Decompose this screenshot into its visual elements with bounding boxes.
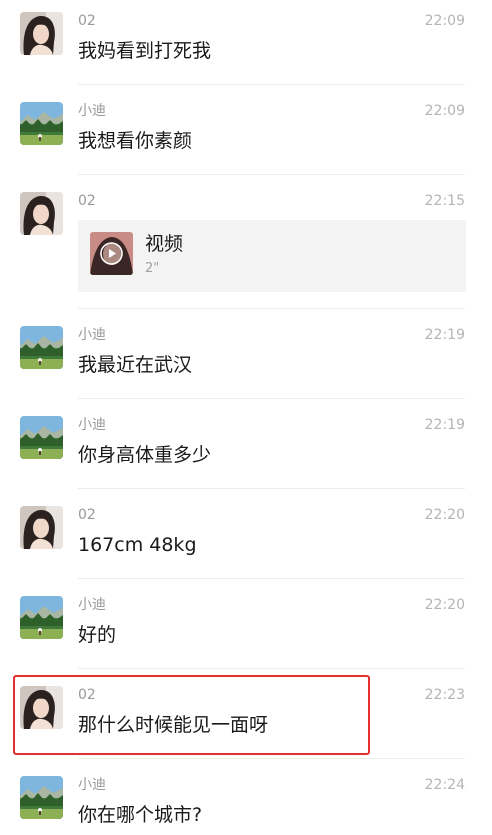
message-text[interactable]: 我最近在武汉	[78, 352, 192, 378]
avatar[interactable]	[20, 416, 63, 459]
message-text[interactable]: 你身高体重多少	[78, 442, 211, 468]
girl-avatar-icon	[20, 506, 63, 549]
message-time: 22:19	[424, 327, 465, 343]
message-time: 22:23	[424, 687, 465, 703]
landscape-avatar-icon	[20, 326, 63, 369]
avatar[interactable]	[20, 12, 63, 55]
sender-name: 小迪	[78, 777, 106, 793]
message-time: 22:24	[424, 777, 465, 793]
sender-name: 小迪	[78, 597, 106, 613]
sender-name: 小迪	[78, 327, 106, 343]
avatar[interactable]	[20, 776, 63, 819]
message-time: 22:09	[424, 13, 465, 29]
avatar[interactable]	[20, 192, 63, 235]
divider	[78, 488, 465, 489]
girl-avatar-icon	[20, 192, 63, 235]
avatar[interactable]	[20, 326, 63, 369]
divider	[78, 84, 465, 85]
message-text[interactable]: 你在哪个城市?	[78, 802, 202, 828]
avatar[interactable]	[20, 506, 63, 549]
video-thumbnail[interactable]	[90, 232, 133, 275]
sender-name: 02	[78, 193, 96, 209]
girl-avatar-icon	[20, 12, 63, 55]
divider	[78, 758, 465, 759]
video-title: 视频	[145, 233, 184, 255]
message-time: 22:15	[424, 193, 465, 209]
landscape-avatar-icon	[20, 596, 63, 639]
message-time: 22:20	[424, 507, 465, 523]
avatar[interactable]	[20, 102, 63, 145]
highlight-box	[13, 675, 370, 755]
divider	[78, 308, 465, 309]
message-time: 22:20	[424, 597, 465, 613]
play-icon	[100, 242, 123, 265]
landscape-avatar-icon	[20, 776, 63, 819]
landscape-avatar-icon	[20, 416, 63, 459]
divider	[78, 174, 465, 175]
divider	[78, 668, 465, 669]
sender-name: 小迪	[78, 417, 106, 433]
sender-name: 02	[78, 507, 96, 523]
message-text[interactable]: 167cm 48kg	[78, 532, 197, 558]
video-duration: 2"	[145, 261, 160, 276]
sender-name: 小迪	[78, 103, 106, 119]
avatar[interactable]	[20, 596, 63, 639]
message-text[interactable]: 我妈看到打死我	[78, 38, 211, 64]
message-time: 22:09	[424, 103, 465, 119]
landscape-avatar-icon	[20, 102, 63, 145]
video-card[interactable]: 视频 2"	[78, 220, 466, 292]
sender-name: 02	[78, 13, 96, 29]
divider	[78, 398, 465, 399]
message-text[interactable]: 好的	[78, 622, 116, 648]
divider	[78, 578, 465, 579]
message-time: 22:19	[424, 417, 465, 433]
message-text[interactable]: 我想看你素颜	[78, 128, 192, 154]
